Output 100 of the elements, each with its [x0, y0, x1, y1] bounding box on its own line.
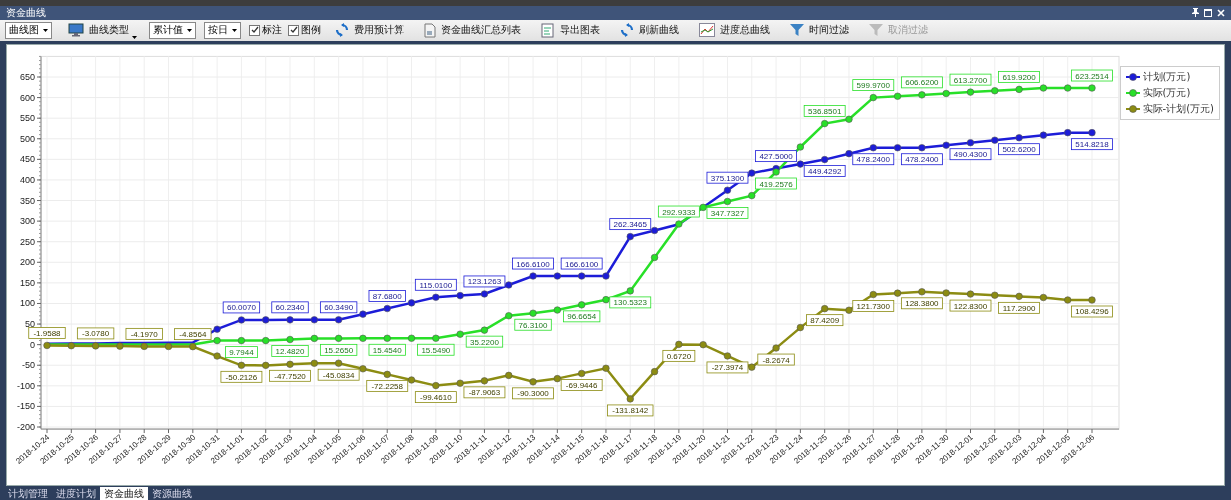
- value-label: 599.9700: [852, 79, 895, 91]
- data-label: 122.8300: [953, 301, 988, 311]
- data-label: 15.5490: [421, 345, 451, 355]
- y-tick-label: 100: [19, 298, 35, 309]
- data-label: 478.2400: [905, 155, 940, 165]
- data-label: -8.2674: [762, 355, 791, 365]
- value-label: 60.0070: [222, 301, 261, 314]
- data-label: 87.4209: [810, 316, 840, 326]
- value-label: 478.2400: [852, 153, 895, 166]
- data-label: 166.6100: [516, 259, 551, 269]
- data-label: 490.4300: [953, 150, 988, 160]
- data-label: -47.7520: [274, 371, 307, 381]
- value-label: 375.1300: [706, 171, 749, 184]
- value-label: -4.8564: [174, 328, 212, 341]
- value-label: 87.6800: [368, 290, 406, 302]
- data-label: -87.9063: [468, 388, 501, 398]
- value-label: 502.6200: [998, 143, 1040, 156]
- y-tick-label: 150: [19, 277, 35, 288]
- data-label: 619.9200: [1002, 72, 1037, 82]
- y-tick-label: 450: [19, 154, 35, 165]
- y-tick-label: -50: [22, 360, 35, 371]
- data-label: 60.0070: [226, 303, 257, 313]
- data-label: 130.5323: [613, 298, 648, 308]
- data-label: -72.2258: [371, 381, 404, 391]
- data-label: 427.5000: [759, 152, 794, 162]
- value-label: 15.5490: [417, 343, 455, 356]
- value-label: 76.3100: [514, 318, 552, 331]
- value-label: 15.4540: [368, 343, 406, 356]
- data-label: -45.0834: [322, 370, 355, 380]
- value-label: 619.9200: [998, 71, 1040, 83]
- value-label: -27.3974: [706, 361, 749, 374]
- value-label: 60.3490: [320, 301, 358, 314]
- value-label: 130.5323: [609, 296, 652, 309]
- y-tick-label: -200: [17, 422, 35, 432]
- data-label: 115.0100: [419, 280, 453, 290]
- y-tick-label: 350: [19, 195, 35, 206]
- data-label: 449.4292: [807, 167, 842, 177]
- data-label: 514.8218: [1075, 140, 1110, 150]
- data-label: 123.1263: [467, 277, 502, 287]
- data-label: -131.8142: [612, 406, 649, 416]
- value-label: 514.8218: [1071, 138, 1113, 151]
- data-label: 9.7944: [229, 348, 255, 358]
- y-tick-label: 0: [30, 339, 35, 350]
- data-label: 478.2400: [856, 155, 891, 165]
- value-label: 87.4209: [806, 314, 844, 327]
- value-label: -45.0834: [317, 368, 360, 381]
- data-label: 599.9700: [856, 81, 891, 91]
- data-label: 536.8501: [807, 107, 842, 117]
- legend-label: 实际(万元): [1142, 86, 1191, 100]
- data-label: 60.3490: [324, 303, 354, 313]
- window-title: 资金曲线: [6, 5, 46, 20]
- data-label: 117.2900: [1002, 303, 1037, 313]
- value-label: 117.2900: [998, 301, 1040, 314]
- value-label: 123.1263: [463, 275, 506, 288]
- value-label: 122.8300: [949, 299, 992, 312]
- y-tick-label: 300: [19, 216, 35, 227]
- data-label: 292.9333: [662, 207, 697, 217]
- data-label: -69.9446: [565, 380, 598, 390]
- data-label: -50.2126: [225, 372, 258, 382]
- data-label: 375.1300: [710, 173, 745, 183]
- y-tick-label: 400: [19, 174, 35, 185]
- y-tick-label: -100: [17, 380, 35, 391]
- y-tick-label: 650: [19, 72, 35, 82]
- y-tick-label: 50: [25, 319, 35, 330]
- data-label: -27.3974: [711, 363, 744, 373]
- data-label: -4.8564: [179, 330, 207, 340]
- y-tick-label: 600: [19, 92, 35, 103]
- value-label: 121.7300: [852, 300, 895, 312]
- value-label: 536.8501: [803, 105, 846, 117]
- legend-label: 实际-计划(万元): [1142, 102, 1214, 116]
- data-label: -4.1970: [130, 329, 159, 339]
- data-label: -1.9588: [33, 328, 62, 338]
- value-label: -47.7520: [269, 369, 311, 382]
- data-label: 76.3100: [518, 320, 549, 330]
- data-label: 613.2700: [953, 75, 988, 85]
- value-label: -4.1970: [125, 328, 163, 340]
- value-label: -50.2126: [220, 370, 263, 383]
- data-label: 87.6800: [372, 292, 403, 302]
- data-label: 623.2514: [1075, 71, 1110, 81]
- value-label: 606.6200: [901, 76, 943, 89]
- value-label: -131.8142: [607, 404, 654, 417]
- value-label: 262.3465: [609, 218, 652, 230]
- value-label: 478.2400: [901, 153, 943, 166]
- value-label: 128.3800: [901, 297, 943, 310]
- value-label: 96.6654: [563, 310, 601, 323]
- data-label: 35.2200: [469, 337, 500, 347]
- value-label: -99.4610: [414, 391, 457, 403]
- value-label: 427.5000: [755, 150, 797, 162]
- value-label: 108.4296: [1071, 305, 1113, 318]
- value-label: -72.2258: [366, 380, 409, 392]
- data-label: 262.3465: [613, 220, 648, 230]
- data-label: 502.6200: [1002, 145, 1037, 155]
- value-label: -1.9588: [28, 327, 66, 339]
- y-tick-label: 500: [19, 133, 35, 144]
- data-label: 121.7300: [856, 302, 891, 312]
- data-label: 12.4820: [275, 347, 306, 357]
- value-label: -69.9446: [560, 379, 603, 391]
- value-label: -8.2674: [757, 353, 795, 366]
- value-label: 166.6100: [560, 257, 603, 270]
- value-label: 292.9333: [657, 205, 700, 218]
